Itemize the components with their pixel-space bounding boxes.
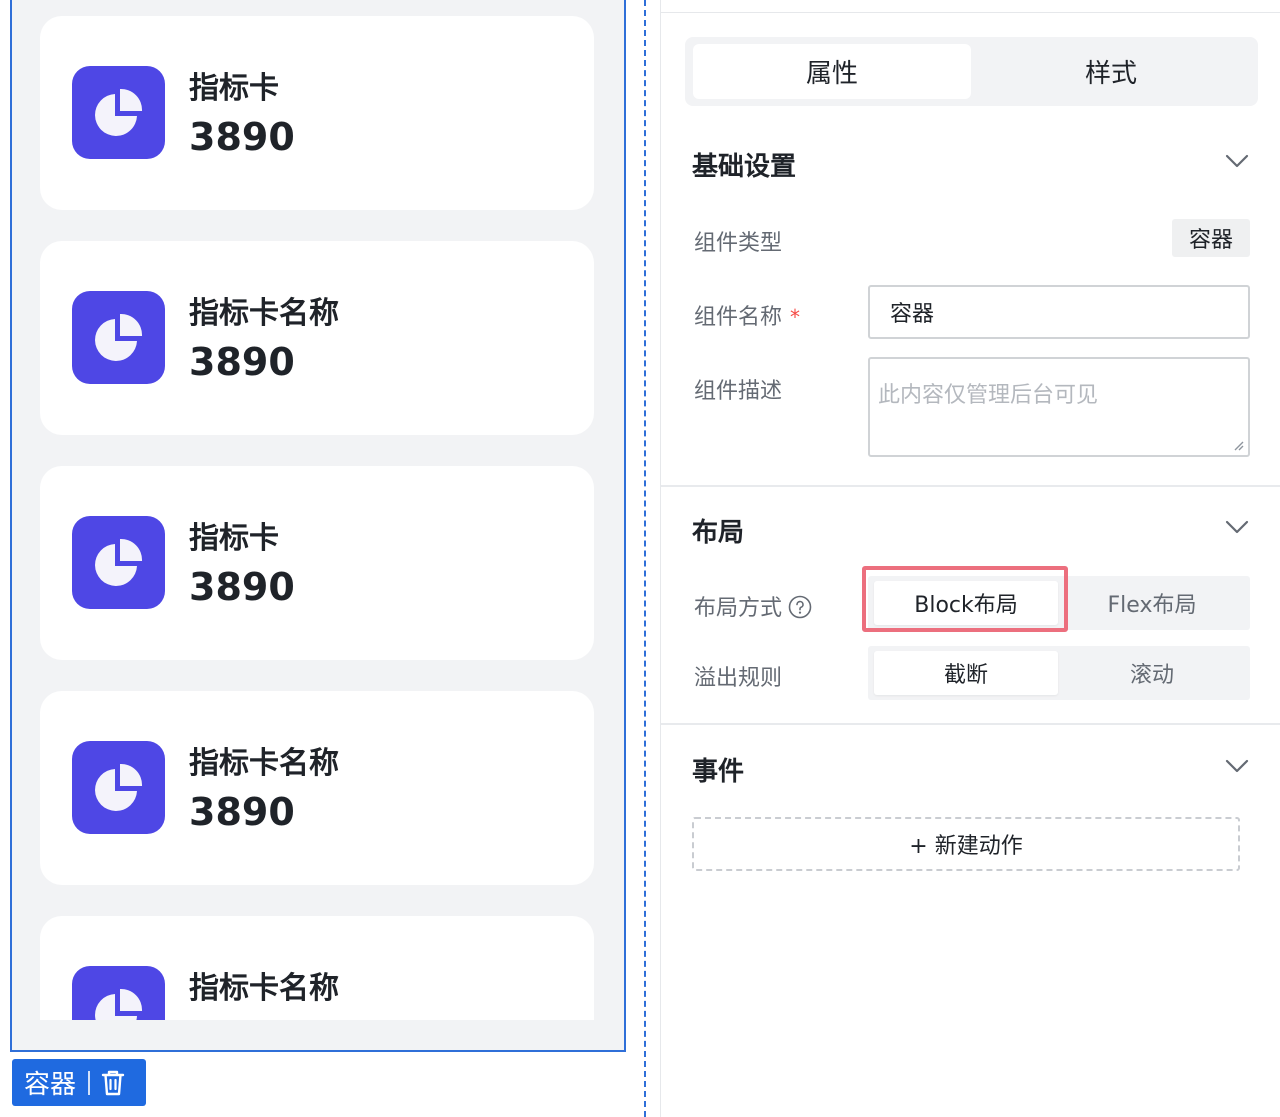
metric-card[interactable]: 指标卡名称 3890 (40, 916, 594, 1020)
component-type-label: 组件类型 (694, 231, 783, 256)
layout-mode-label-text: 布局方式 (694, 596, 783, 621)
card-value: 3890 (189, 790, 295, 834)
section-title-basic[interactable]: 基础设置 (692, 146, 796, 183)
overflow-scroll[interactable]: 滚动 (1060, 651, 1244, 695)
section-divider (661, 485, 1280, 487)
component-name-label: 组件名称 * (694, 299, 800, 331)
metric-card[interactable]: 指标卡名称 3890 (40, 241, 594, 435)
metric-card[interactable]: 指标卡 3890 (40, 466, 594, 660)
component-desc-label: 组件描述 (694, 379, 783, 404)
chevron-down-icon[interactable] (1225, 154, 1249, 168)
annotation-highlight-box (862, 566, 1068, 632)
pie-chart-icon (72, 516, 165, 609)
canvas-divider (644, 0, 646, 1117)
add-action-button[interactable]: + 新建动作 (692, 817, 1240, 871)
card-title: 指标卡名称 (189, 296, 339, 331)
question-circle-icon[interactable] (788, 595, 812, 619)
metric-card[interactable]: 指标卡 3890 (40, 16, 594, 210)
card-value: 3890 (189, 1018, 295, 1020)
overflow-label: 溢出规则 (694, 666, 783, 691)
card-title: 指标卡名称 (189, 971, 339, 1006)
card-title: 指标卡 (189, 521, 279, 556)
panel-top-divider (661, 12, 1280, 13)
section-title-layout[interactable]: 布局 (692, 512, 744, 549)
card-title: 指标卡 (189, 71, 279, 106)
component-desc-placeholder: 此内容仅管理后台可见 (878, 383, 1099, 408)
editor-canvas: 指标卡 3890 指标卡名称 3890 指标卡 3890 指标卡名称 3890 … (0, 0, 660, 1117)
section-divider (661, 723, 1280, 725)
pie-chart-icon (72, 291, 165, 384)
tab-properties[interactable]: 属性 (693, 44, 971, 99)
layout-mode-label: 布局方式 (694, 590, 812, 622)
overflow-segmented: 截断 滚动 (868, 646, 1250, 700)
selection-tag-separator (88, 1070, 91, 1095)
component-type-badge: 容器 (1172, 219, 1250, 257)
selection-tag[interactable]: 容器 (12, 1059, 146, 1106)
tab-styles[interactable]: 样式 (972, 44, 1250, 99)
trash-icon[interactable] (100, 1068, 126, 1098)
card-value: 3890 (189, 115, 295, 159)
pie-chart-icon (72, 966, 165, 1020)
overflow-clip[interactable]: 截断 (874, 651, 1058, 695)
chevron-down-icon[interactable] (1225, 759, 1249, 773)
resize-handle-icon[interactable] (1232, 439, 1244, 451)
card-value: 3890 (189, 565, 295, 609)
component-name-label-text: 组件名称 (694, 305, 783, 330)
card-title: 指标卡名称 (189, 746, 339, 781)
properties-panel: 属性 样式 基础设置 组件类型 容器 组件名称 * 容器 组件描述 此内容仅管理后… (660, 0, 1280, 1117)
pie-chart-icon (72, 741, 165, 834)
required-mark: * (790, 305, 801, 329)
metric-card[interactable]: 指标卡名称 3890 (40, 691, 594, 885)
panel-tabs: 属性 样式 (685, 37, 1258, 106)
selection-tag-label: 容器 (24, 1070, 77, 1100)
component-name-input[interactable]: 容器 (868, 285, 1250, 339)
pie-chart-icon (72, 66, 165, 159)
selected-container[interactable]: 指标卡 3890 指标卡名称 3890 指标卡 3890 指标卡名称 3890 … (10, 0, 626, 1052)
card-value: 3890 (189, 340, 295, 384)
card-list: 指标卡 3890 指标卡名称 3890 指标卡 3890 指标卡名称 3890 … (40, 16, 594, 1020)
chevron-down-icon[interactable] (1225, 520, 1249, 534)
component-desc-textarea[interactable]: 此内容仅管理后台可见 (868, 357, 1250, 457)
layout-mode-flex[interactable]: Flex布局 (1060, 581, 1244, 625)
section-title-events[interactable]: 事件 (692, 751, 744, 788)
